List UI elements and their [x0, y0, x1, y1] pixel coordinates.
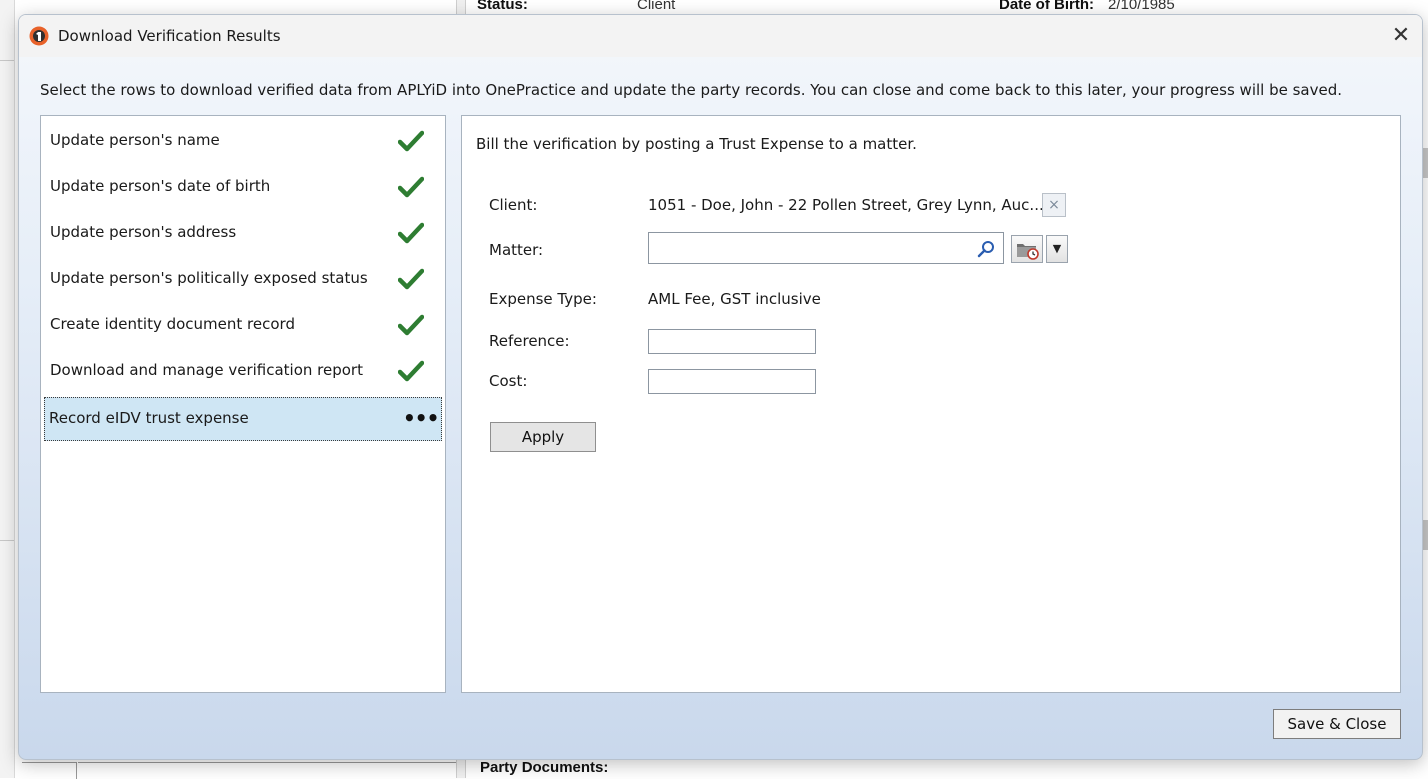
step-download-report[interactable]: Download and manage verification report: [44, 349, 442, 393]
download-verification-dialog: Download Verification Results ✕ Select t…: [18, 14, 1423, 760]
step-label: Record eIDV trust expense: [49, 409, 249, 427]
checkmark-icon: [398, 360, 424, 382]
matter-search-input[interactable]: [648, 232, 1004, 264]
clear-client-button[interactable]: ×: [1042, 193, 1066, 217]
apply-button[interactable]: Apply: [490, 422, 596, 452]
checkmark-icon: [398, 268, 424, 290]
step-label: Download and manage verification report: [50, 361, 363, 379]
step-record-trust-expense[interactable]: Record eIDV trust expense •••: [44, 397, 442, 441]
party-documents-label: Party Documents:: [480, 759, 609, 776]
in-progress-icon: •••: [403, 406, 439, 430]
status-label: Status:: [477, 0, 528, 13]
expense-type-value: AML Fee, GST inclusive: [648, 290, 821, 308]
cost-label: Cost:: [489, 372, 528, 390]
step-update-name[interactable]: Update person's name: [44, 119, 442, 163]
verification-steps-list: Update person's name Update person's dat…: [40, 115, 446, 693]
checkmark-icon: [398, 222, 424, 244]
dialog-titlebar[interactable]: Download Verification Results ✕: [19, 15, 1422, 57]
form-intro: Bill the verification by posting a Trust…: [476, 135, 917, 153]
checkmark-icon: [398, 314, 424, 336]
save-and-close-button[interactable]: Save & Close: [1273, 709, 1401, 739]
matter-label: Matter:: [489, 241, 544, 259]
background-edge-line: [0, 540, 14, 541]
background-divider-line: [78, 762, 456, 763]
close-dialog-button[interactable]: ✕: [1386, 21, 1416, 51]
step-label: Update person's date of birth: [50, 177, 271, 195]
client-label: Client:: [489, 196, 538, 214]
background-tab[interactable]: [22, 762, 77, 779]
reference-input[interactable]: [648, 329, 816, 354]
step-label: Update person's name: [50, 131, 220, 149]
dialog-instructions: Select the rows to download verified dat…: [40, 81, 1343, 99]
dialog-title: Download Verification Results: [58, 27, 281, 45]
dob-label: Date of Birth:: [999, 0, 1094, 13]
chevron-down-icon[interactable]: ▼: [1046, 235, 1068, 263]
expense-type-label: Expense Type:: [489, 290, 597, 308]
search-icon[interactable]: [977, 240, 995, 258]
step-update-dob[interactable]: Update person's date of birth: [44, 165, 442, 209]
step-create-identity-document[interactable]: Create identity document record: [44, 303, 442, 347]
trust-expense-form: Bill the verification by posting a Trust…: [461, 115, 1401, 693]
dob-value: 2/10/1985: [1108, 0, 1175, 13]
step-update-address[interactable]: Update person's address: [44, 211, 442, 255]
step-update-pep-status[interactable]: Update person's politically exposed stat…: [44, 257, 442, 301]
reference-label: Reference:: [489, 332, 570, 350]
client-value: 1051 - Doe, John - 22 Pollen Street, Gre…: [648, 196, 1044, 214]
cost-input[interactable]: [648, 369, 816, 394]
aplyid-app-icon: [29, 26, 49, 46]
step-label: Create identity document record: [50, 315, 295, 333]
step-label: Update person's address: [50, 223, 237, 241]
step-label: Update person's politically exposed stat…: [50, 269, 368, 287]
status-value: Client: [637, 0, 676, 13]
recent-matters-button[interactable]: [1011, 235, 1043, 263]
folder-history-icon: [1017, 244, 1039, 260]
checkmark-icon: [398, 176, 424, 198]
background-edge-line: [0, 60, 14, 61]
checkmark-icon: [398, 130, 424, 152]
